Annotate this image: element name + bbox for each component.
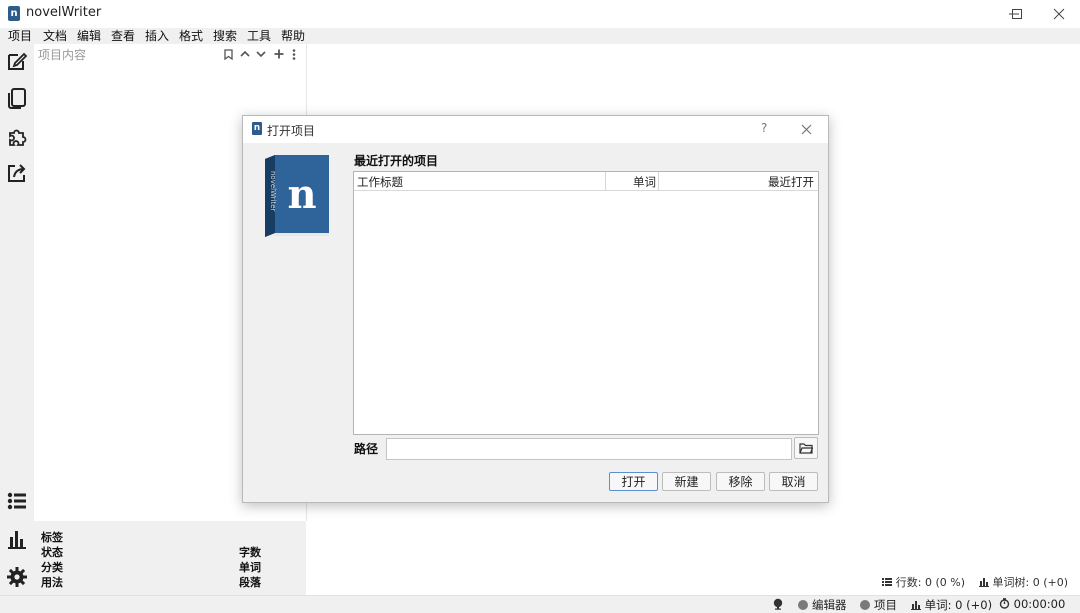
folder-icon — [799, 443, 813, 454]
add-icon[interactable] — [274, 49, 284, 59]
logo-letter: n — [287, 171, 316, 218]
path-label: 路径 — [354, 442, 379, 456]
remove-button[interactable]: 移除 — [716, 472, 765, 491]
tags-label: 标签 — [41, 531, 63, 544]
dialog-help-button[interactable]: ? — [761, 121, 767, 135]
gear-icon[interactable] — [6, 566, 28, 588]
recent-projects-heading: 最近打开的项目 — [354, 154, 439, 168]
cancel-button[interactable]: 取消 — [769, 472, 818, 491]
item-details-panel: 标签 状态 分类 用法 字数 单词 段落 — [34, 521, 306, 595]
app-logo-icon: n — [252, 122, 262, 135]
menu-insert[interactable]: 插入 — [145, 28, 169, 44]
title-bar: n novelWriter — [0, 0, 1080, 28]
menu-search[interactable]: 搜索 — [213, 28, 237, 44]
words-label: 单词 — [239, 561, 261, 574]
dialog-title: 打开项目 — [267, 124, 316, 138]
bar-chart-icon[interactable] — [6, 528, 28, 550]
bar-chart-icon — [979, 578, 989, 587]
language-globe-icon[interactable] — [772, 598, 784, 610]
chars-label: 字数 — [239, 546, 261, 559]
chevron-down-icon[interactable] — [256, 50, 266, 58]
document-stats: 行数: 0 (0 %) 单词树: 0 (+0) — [882, 574, 1068, 590]
editor-status: 编辑器 — [798, 597, 847, 613]
menu-bar: 项目 文档 编辑 查看 插入 格式 搜索 工具 帮助 — [0, 28, 1080, 45]
class-label: 分类 — [41, 561, 63, 574]
dialog-close-icon[interactable] — [801, 124, 812, 135]
paras-label: 段落 — [239, 576, 261, 589]
status-bar: 编辑器 项目 单词: 0 (+0) 00:00:00 — [0, 595, 1080, 613]
column-last-opened[interactable]: 最近打开 — [768, 174, 814, 190]
column-separator — [605, 172, 606, 190]
open-button[interactable]: 打开 — [609, 472, 658, 491]
usage-label: 用法 — [41, 576, 63, 589]
status-label: 状态 — [41, 546, 63, 559]
session-timer: 00:00:00 — [999, 597, 1065, 611]
list-icon — [882, 578, 893, 586]
tree-header-label: 项目内容 — [38, 48, 87, 62]
session-words: 单词: 0 (+0) — [911, 597, 992, 613]
column-separator — [658, 172, 659, 190]
open-project-dialog: n 打开项目 ? n novelWriter 最近打开的项目 工作标题 单词 最… — [242, 115, 829, 503]
list-icon[interactable] — [6, 490, 28, 512]
app-logo-icon: n — [8, 6, 20, 21]
bookmark-icon[interactable] — [224, 49, 233, 60]
menu-format[interactable]: 格式 — [179, 28, 203, 44]
logo-spine-text: novelWriter — [269, 171, 277, 212]
tree-word-count: 单词树: 0 (+0) — [992, 576, 1069, 589]
export-icon[interactable] — [6, 162, 28, 184]
dialog-title-bar: n 打开项目 ? — [243, 116, 828, 143]
bar-chart-icon — [911, 601, 921, 610]
menu-project[interactable]: 项目 — [8, 28, 32, 44]
line-count: 行数: 0 (0 %) — [895, 576, 965, 589]
menu-tools[interactable]: 工具 — [247, 28, 271, 44]
browse-folder-button[interactable] — [794, 437, 818, 459]
column-words[interactable]: 单词 — [633, 174, 656, 190]
close-window-button[interactable] — [1036, 0, 1080, 28]
window-title: novelWriter — [26, 5, 102, 20]
recent-projects-list[interactable]: 工作标题 单词 最近打开 — [353, 171, 819, 435]
edit-icon[interactable] — [6, 50, 28, 72]
chevron-up-icon[interactable] — [240, 50, 250, 58]
maximize-icon — [1012, 9, 1022, 19]
more-options-icon[interactable] — [292, 49, 296, 60]
list-header: 工作标题 单词 最近打开 — [354, 172, 818, 191]
project-status-dot — [860, 600, 870, 610]
path-input[interactable] — [386, 438, 792, 460]
column-title[interactable]: 工作标题 — [357, 174, 403, 190]
menu-view[interactable]: 查看 — [111, 28, 135, 44]
left-toolbar — [0, 44, 34, 612]
menu-edit[interactable]: 编辑 — [77, 28, 101, 44]
project-status: 项目 — [860, 597, 897, 613]
new-button[interactable]: 新建 — [662, 472, 711, 491]
puzzle-icon[interactable] — [6, 125, 28, 147]
menu-document[interactable]: 文档 — [43, 28, 67, 44]
close-icon — [1053, 8, 1065, 20]
novelwriter-book-logo: n novelWriter — [265, 155, 329, 237]
stopwatch-icon — [999, 598, 1010, 609]
maximize-button[interactable] — [994, 0, 1040, 28]
menu-help[interactable]: 帮助 — [281, 28, 305, 44]
editor-status-dot — [798, 600, 808, 610]
copy-pages-icon[interactable] — [6, 87, 28, 109]
